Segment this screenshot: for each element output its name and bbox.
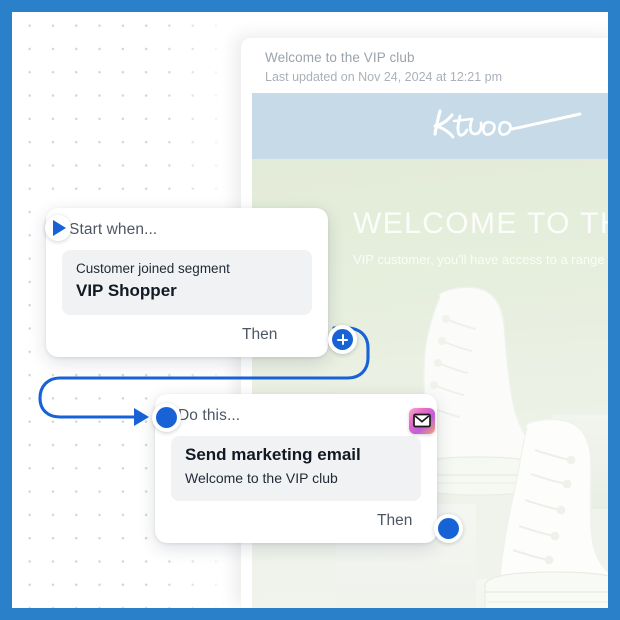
trigger-then-label: Then xyxy=(242,326,278,343)
plus-icon xyxy=(332,329,353,350)
play-triangle-icon xyxy=(53,220,66,236)
action-then-handle[interactable] xyxy=(434,514,463,543)
action-card[interactable]: Do this... Send marketing email Welcome … xyxy=(155,394,437,543)
action-detail-box[interactable]: Send marketing email Welcome to the VIP … xyxy=(171,436,421,501)
action-card-title: Do this... xyxy=(178,407,241,424)
trigger-card-title: Start when... xyxy=(69,221,158,238)
action-subtitle: Welcome to the VIP club xyxy=(185,470,338,486)
blue-outer-frame: Welcome to the VIP club Last updated on … xyxy=(0,0,620,620)
dot-handle-icon xyxy=(438,518,459,539)
action-title: Send marketing email xyxy=(185,445,361,464)
action-input-handle[interactable] xyxy=(152,403,181,432)
dot-handle-icon xyxy=(156,407,177,428)
trigger-condition-value: VIP Shopper xyxy=(76,281,177,300)
flow-start-marker xyxy=(45,215,71,241)
envelope-icon xyxy=(413,413,431,428)
trigger-condition-label: Customer joined segment xyxy=(76,261,230,276)
trigger-add-step-handle[interactable] xyxy=(328,325,357,354)
trigger-card[interactable]: Start when... Customer joined segment VI… xyxy=(46,208,355,433)
action-then-label: Then xyxy=(377,512,413,529)
trigger-condition-box[interactable]: Customer joined segment VIP Shopper xyxy=(62,250,312,315)
email-app-icon[interactable] xyxy=(409,408,435,434)
app-stage: Welcome to the VIP club Last updated on … xyxy=(12,12,608,608)
